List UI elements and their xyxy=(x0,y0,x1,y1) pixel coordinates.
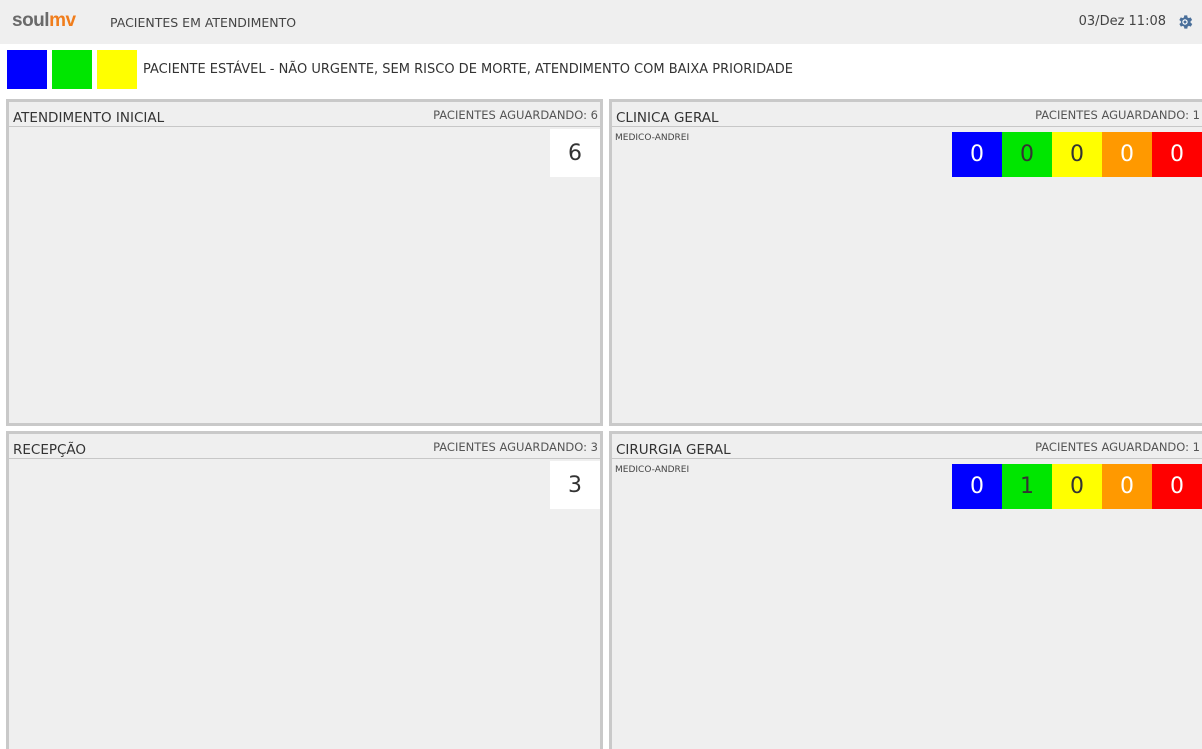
waiting-count-label: PACIENTES AGUARDANDO: 3 xyxy=(433,440,598,454)
waiting-count-label: PACIENTES AGUARDANDO: 1 xyxy=(1035,440,1200,454)
current-datetime: 03/Dez 11:08 xyxy=(1078,14,1166,29)
top-bar: soulmv PACIENTES EM ATENDIMENTO 03/Dez 1… xyxy=(0,0,1202,44)
logo-soul-text: soul xyxy=(12,10,50,31)
priority-count-yellow: 0 xyxy=(1052,464,1102,509)
priority-count-green: 0 xyxy=(1002,132,1052,177)
panel-title: RECEPÇÃO xyxy=(13,442,87,458)
doctor-name: MEDICO-ANDREI xyxy=(615,133,690,143)
panel-header: CIRURGIA GERAL PACIENTES AGUARDANDO: 1 xyxy=(612,434,1202,459)
priority-count-yellow: 0 xyxy=(1052,132,1102,177)
panel-cirurgia-geral[interactable]: CIRURGIA GERAL PACIENTES AGUARDANDO: 1 M… xyxy=(609,431,1202,749)
waiting-count-label: PACIENTES AGUARDANDO: 1 xyxy=(1035,108,1200,122)
panel-header: ATENDIMENTO INICIAL PACIENTES AGUARDANDO… xyxy=(9,102,600,127)
panel-atendimento-inicial[interactable]: ATENDIMENTO INICIAL PACIENTES AGUARDANDO… xyxy=(6,99,603,426)
panel-header: RECEPÇÃO PACIENTES AGUARDANDO: 3 xyxy=(9,434,600,459)
priority-count-red: 0 xyxy=(1152,132,1202,177)
panel-title: CLINICA GERAL xyxy=(616,110,719,126)
legend-description: PACIENTE ESTÁVEL - NÃO URGENTE, SEM RISC… xyxy=(143,62,793,77)
priority-legend: PACIENTE ESTÁVEL - NÃO URGENTE, SEM RISC… xyxy=(0,44,1202,94)
priority-counts: 0 0 0 0 0 xyxy=(952,132,1202,177)
gear-icon[interactable] xyxy=(1176,13,1194,31)
priority-count-orange: 0 xyxy=(1102,464,1152,509)
page-title: PACIENTES EM ATENDIMENTO xyxy=(110,15,297,30)
priority-count-blue: 0 xyxy=(952,132,1002,177)
priority-count-green: 1 xyxy=(1002,464,1052,509)
priority-count-blue: 0 xyxy=(952,464,1002,509)
total-count-box: 6 xyxy=(550,129,600,177)
legend-swatch-green xyxy=(52,50,92,89)
legend-swatch-yellow xyxy=(97,50,137,89)
panel-title: ATENDIMENTO INICIAL xyxy=(13,110,165,126)
waiting-count-label: PACIENTES AGUARDANDO: 6 xyxy=(433,108,598,122)
doctor-name: MEDICO-ANDREI xyxy=(615,465,690,475)
logo-mv-text: mv xyxy=(49,10,76,31)
panel-clinica-geral[interactable]: CLINICA GERAL PACIENTES AGUARDANDO: 1 ME… xyxy=(609,99,1202,426)
priority-count-red: 0 xyxy=(1152,464,1202,509)
panel-recepcao[interactable]: RECEPÇÃO PACIENTES AGUARDANDO: 3 3 xyxy=(6,431,603,749)
panel-header: CLINICA GERAL PACIENTES AGUARDANDO: 1 xyxy=(612,102,1202,127)
priority-count-orange: 0 xyxy=(1102,132,1152,177)
priority-counts: 0 1 0 0 0 xyxy=(952,464,1202,509)
soulmv-logo: soulmv xyxy=(12,10,76,32)
total-count-box: 3 xyxy=(550,461,600,509)
panel-title: CIRURGIA GERAL xyxy=(616,442,731,458)
legend-swatch-blue xyxy=(7,50,47,89)
